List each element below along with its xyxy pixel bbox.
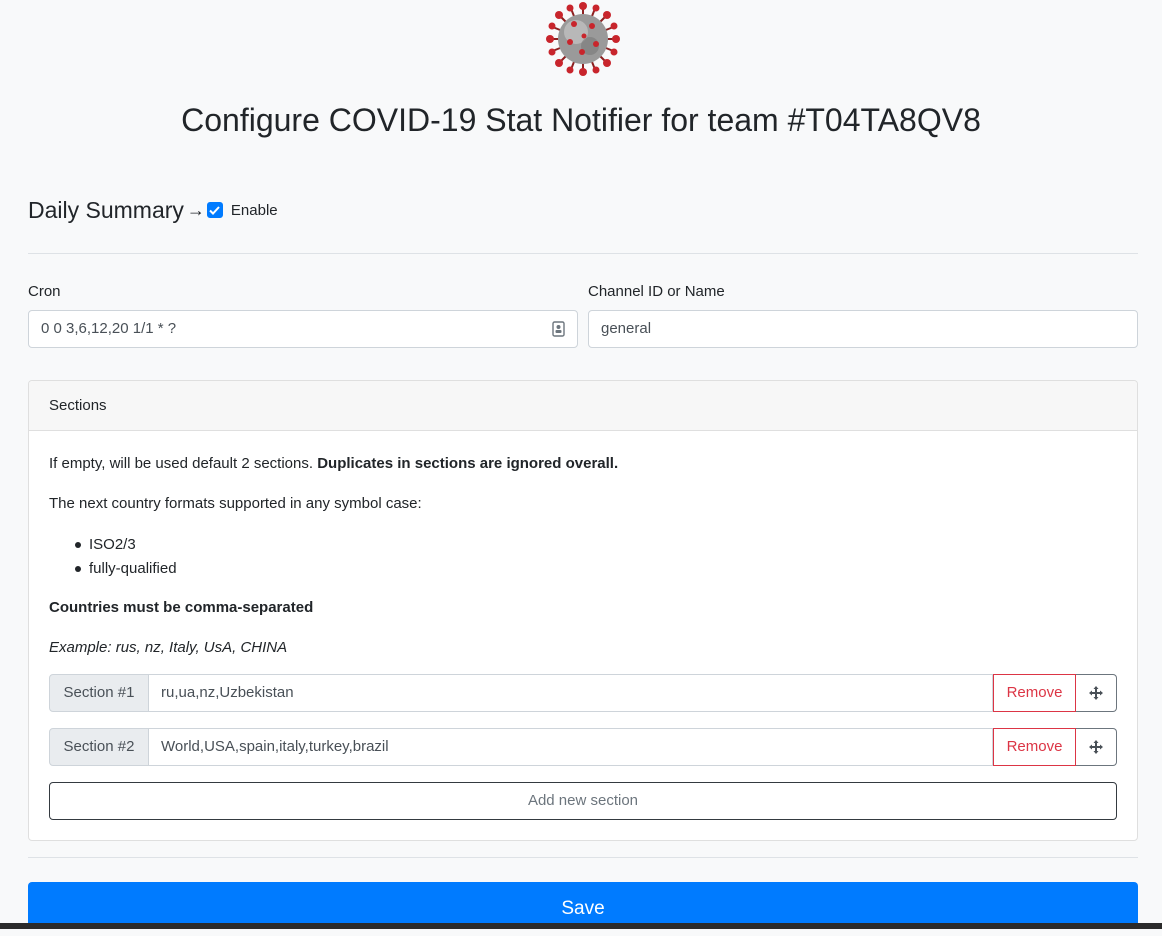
remove-section-button[interactable]: Remove	[993, 674, 1076, 712]
example-text: Example: rus, nz, Italy, UsA, CHINA	[49, 639, 288, 656]
divider	[28, 857, 1138, 858]
sections-intro-text: If empty, will be used default 2 section…	[49, 455, 318, 472]
contact-card-icon[interactable]	[552, 321, 565, 337]
page-title: Configure COVID-19 Stat Notifier for tea…	[181, 102, 981, 138]
daily-summary-title: Daily Summary	[28, 197, 184, 223]
enable-label[interactable]: Enable	[231, 202, 278, 219]
remove-section-button[interactable]: Remove	[993, 728, 1076, 766]
section-input[interactable]: ru,ua,nz,Uzbekistan	[149, 674, 993, 712]
list-item: ISO2/3	[49, 533, 177, 557]
channel-value: general	[601, 320, 652, 337]
cron-input[interactable]: 0 0 3,6,12,20 1/1 * ?	[28, 310, 578, 348]
virus-logo-icon	[546, 2, 620, 76]
sections-card-header: Sections	[29, 381, 1137, 431]
formats-text: The next country formats supported in an…	[49, 495, 422, 512]
bottom-bar	[0, 923, 1162, 929]
checkmark-icon	[209, 205, 221, 215]
section-value: ru,ua,nz,Uzbekistan	[161, 684, 294, 701]
cron-label: Cron	[28, 283, 61, 300]
add-section-button[interactable]: Add new section	[49, 782, 1117, 820]
comma-note: Countries must be comma-separated	[49, 599, 314, 616]
section-row: Section #1 ru,ua,nz,Uzbekistan Remove	[49, 674, 1117, 712]
section-input[interactable]: World,USA,spain,italy,turkey,brazil	[149, 728, 993, 766]
section-value: World,USA,spain,italy,turkey,brazil	[161, 738, 389, 755]
sections-card: Sections If empty, will be used default …	[28, 380, 1138, 841]
arrow-icon: →	[186, 199, 205, 220]
section-label: Section #1	[49, 674, 149, 712]
enable-checkbox[interactable]	[206, 202, 223, 218]
channel-input[interactable]: general	[588, 310, 1138, 348]
list-item: fully-qualified	[49, 557, 177, 581]
daily-summary-heading: Daily Summary → Enable	[28, 193, 278, 227]
sections-intro: If empty, will be used default 2 section…	[49, 454, 618, 474]
formats-list: ISO2/3 fully-qualified	[49, 533, 177, 581]
move-handle[interactable]	[1076, 728, 1117, 766]
divider	[28, 253, 1138, 254]
move-arrows-icon	[1089, 686, 1103, 700]
move-handle[interactable]	[1076, 674, 1117, 712]
cron-value: 0 0 3,6,12,20 1/1 * ?	[41, 320, 177, 337]
channel-label: Channel ID or Name	[588, 283, 725, 300]
move-arrows-icon	[1089, 740, 1103, 754]
save-button[interactable]: Save	[28, 882, 1138, 928]
section-row: Section #2 World,USA,spain,italy,turkey,…	[49, 728, 1117, 766]
section-label: Section #2	[49, 728, 149, 766]
sections-intro-bold: Duplicates in sections are ignored overa…	[317, 455, 619, 472]
